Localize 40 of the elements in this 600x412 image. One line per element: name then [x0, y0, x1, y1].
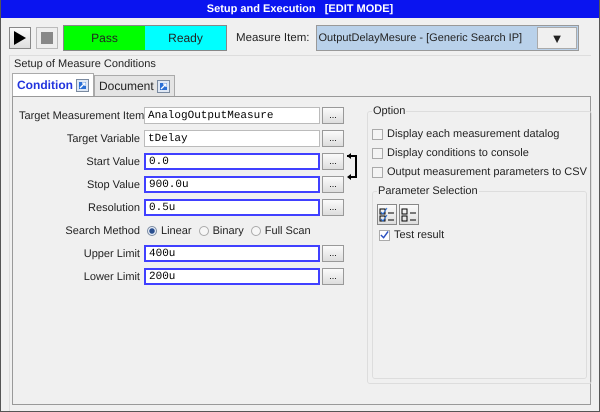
- radio-label: Full Scan: [264, 224, 311, 236]
- field-label: Resolution: [87, 202, 141, 214]
- browse-button[interactable]: ...: [322, 245, 344, 262]
- text-field[interactable]: AnalogOutputMeasure: [144, 107, 320, 124]
- field-label: Lower Limit: [82, 270, 141, 282]
- browse-button[interactable]: ...: [322, 176, 344, 193]
- text-field[interactable]: 0.0: [144, 153, 320, 170]
- text-field[interactable]: 400u: [144, 245, 320, 262]
- measure-item-dropdown[interactable]: OutputDelayMesure - [Generic Search IP] ▼: [316, 25, 579, 51]
- browse-button[interactable]: ...: [322, 268, 344, 285]
- checkbox-label: Display each measurement datalog: [387, 128, 560, 140]
- status-indicator: Ready: [145, 26, 226, 50]
- field-label: Target Measurement Item: [19, 110, 144, 122]
- tab[interactable]: Condition: [12, 73, 94, 96]
- checkbox-label: Output measurement parameters to CSV: [387, 166, 587, 178]
- text-field[interactable]: 0.5u: [144, 199, 320, 216]
- field-label: Stop Value: [86, 178, 141, 190]
- window-title: Setup and Execution [EDIT MODE]: [1, 0, 599, 18]
- text-field[interactable]: tDelay: [144, 130, 320, 147]
- radio-label: Linear: [161, 224, 192, 236]
- group-title: Parameter Selection: [377, 185, 479, 197]
- status-indicator: Pass: [64, 26, 145, 50]
- field-label: Search Method: [64, 224, 141, 236]
- tab[interactable]: Document: [94, 75, 175, 96]
- browse-button[interactable]: ...: [322, 130, 344, 147]
- field-label: Target Variable: [66, 132, 141, 144]
- checkbox-label: Display conditions to console: [387, 147, 529, 159]
- group-title: Option: [372, 105, 406, 117]
- radio-label: Binary: [212, 224, 244, 236]
- browse-button[interactable]: ...: [322, 153, 344, 170]
- field-label: Start Value: [85, 156, 141, 168]
- dropdown-button[interactable]: ▼: [537, 27, 577, 49]
- checkbox-label: Test result: [394, 229, 444, 241]
- browse-button[interactable]: ...: [322, 107, 344, 124]
- field-label: Upper Limit: [82, 248, 141, 260]
- measure-item-label: Measure Item:: [236, 32, 310, 44]
- browse-button[interactable]: ...: [322, 199, 344, 216]
- text-field[interactable]: 200u: [144, 268, 320, 285]
- text-field[interactable]: 900.0u: [144, 176, 320, 193]
- section-title: Setup of Measure Conditions: [14, 58, 157, 70]
